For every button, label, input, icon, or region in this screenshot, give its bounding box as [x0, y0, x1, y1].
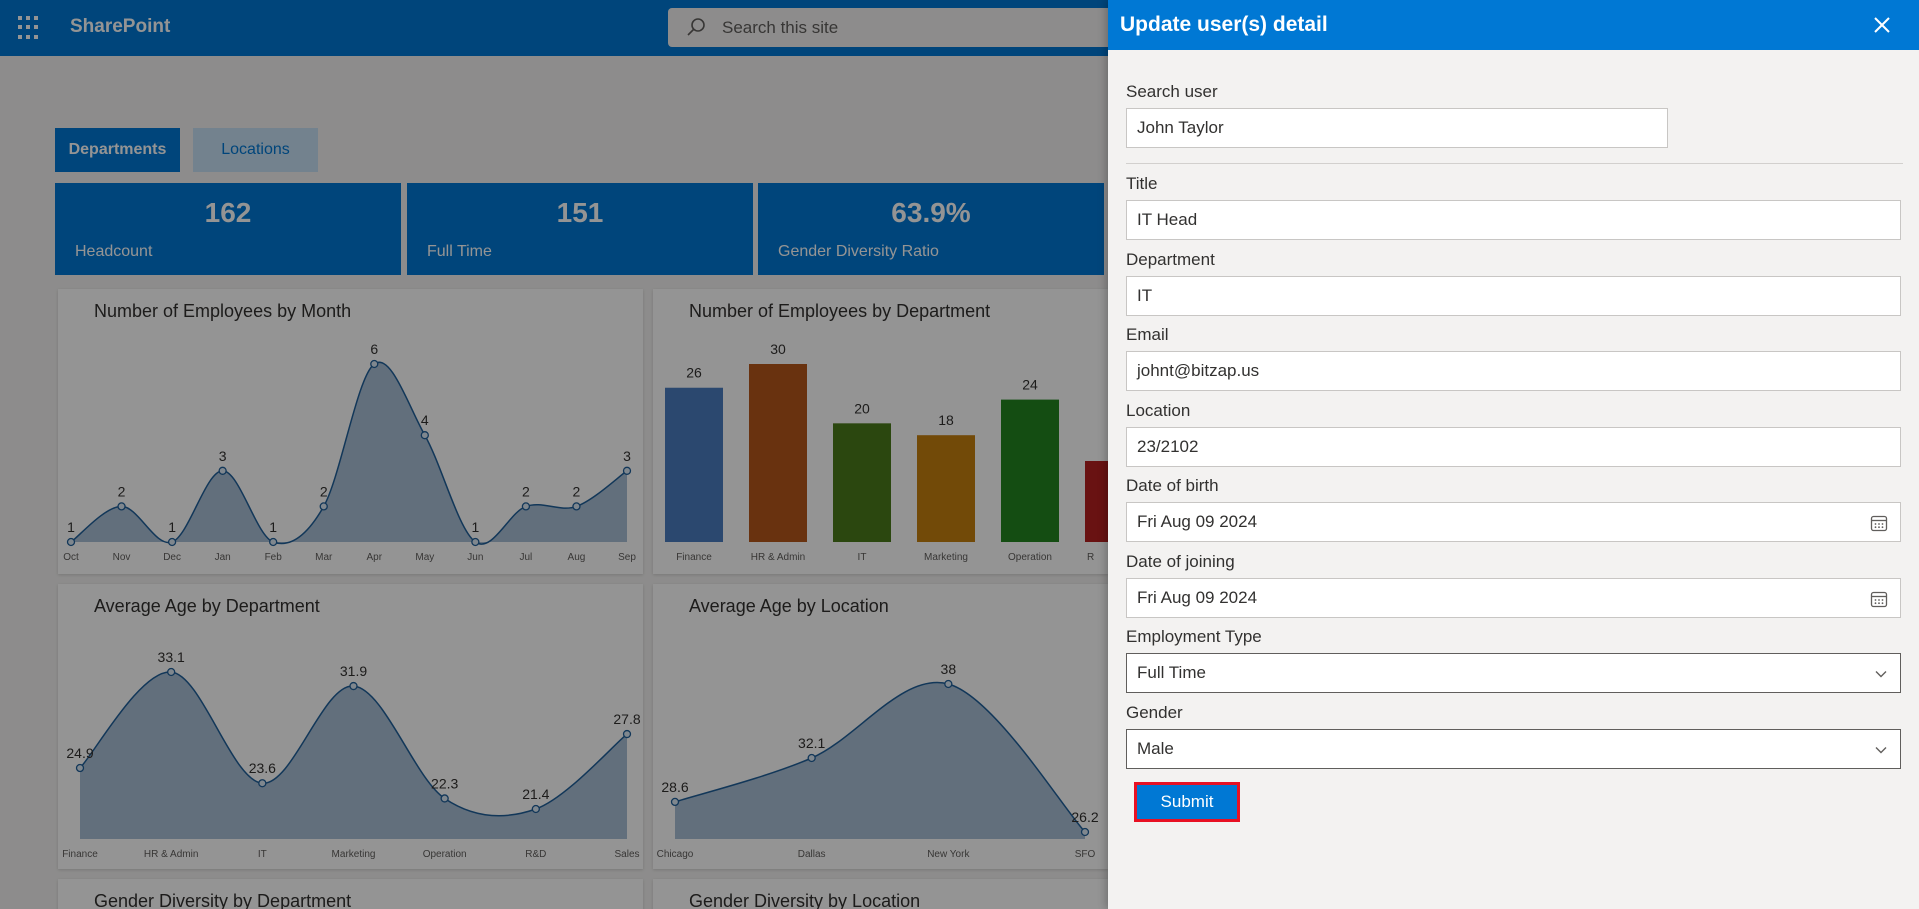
gender-value: Male	[1137, 739, 1174, 758]
department-input[interactable]: IT	[1126, 276, 1901, 316]
employment-type-label: Employment Type	[1126, 627, 1262, 646]
search-user-label: Search user	[1126, 82, 1218, 101]
date-of-birth-label: Date of birth	[1126, 476, 1219, 495]
employment-type-dropdown[interactable]: Full Time	[1126, 653, 1901, 693]
department-label: Department	[1126, 250, 1215, 269]
update-user-panel: Update user(s) detail Search user John T…	[1108, 0, 1919, 909]
calendar-icon[interactable]	[1870, 590, 1888, 608]
title-input[interactable]: IT Head	[1126, 200, 1901, 240]
email-input[interactable]: johnt@bitzap.us	[1126, 351, 1901, 391]
submit-button[interactable]: Submit	[1134, 782, 1240, 822]
date-of-birth-picker[interactable]: Fri Aug 09 2024	[1126, 502, 1901, 542]
modal-overlay[interactable]	[0, 0, 1108, 909]
divider	[1126, 163, 1903, 164]
gender-dropdown[interactable]: Male	[1126, 729, 1901, 769]
email-label: Email	[1126, 325, 1169, 344]
panel-title: Update user(s) detail	[1120, 13, 1328, 36]
chevron-down-icon	[1875, 671, 1887, 678]
date-of-joining-label: Date of joining	[1126, 552, 1235, 571]
location-input[interactable]: 23/2102	[1126, 427, 1901, 467]
date-of-joining-value: Fri Aug 09 2024	[1137, 588, 1258, 607]
date-of-birth-value: Fri Aug 09 2024	[1137, 512, 1258, 531]
close-icon[interactable]	[1869, 12, 1895, 38]
panel-header: Update user(s) detail	[1108, 0, 1919, 50]
employment-type-value: Full Time	[1137, 663, 1206, 682]
gender-label: Gender	[1126, 703, 1183, 722]
search-user-input[interactable]: John Taylor	[1126, 108, 1668, 148]
title-label: Title	[1126, 174, 1158, 193]
chevron-down-icon	[1875, 747, 1887, 754]
location-label: Location	[1126, 401, 1191, 420]
date-of-joining-picker[interactable]: Fri Aug 09 2024	[1126, 578, 1901, 618]
calendar-icon[interactable]	[1870, 514, 1888, 532]
